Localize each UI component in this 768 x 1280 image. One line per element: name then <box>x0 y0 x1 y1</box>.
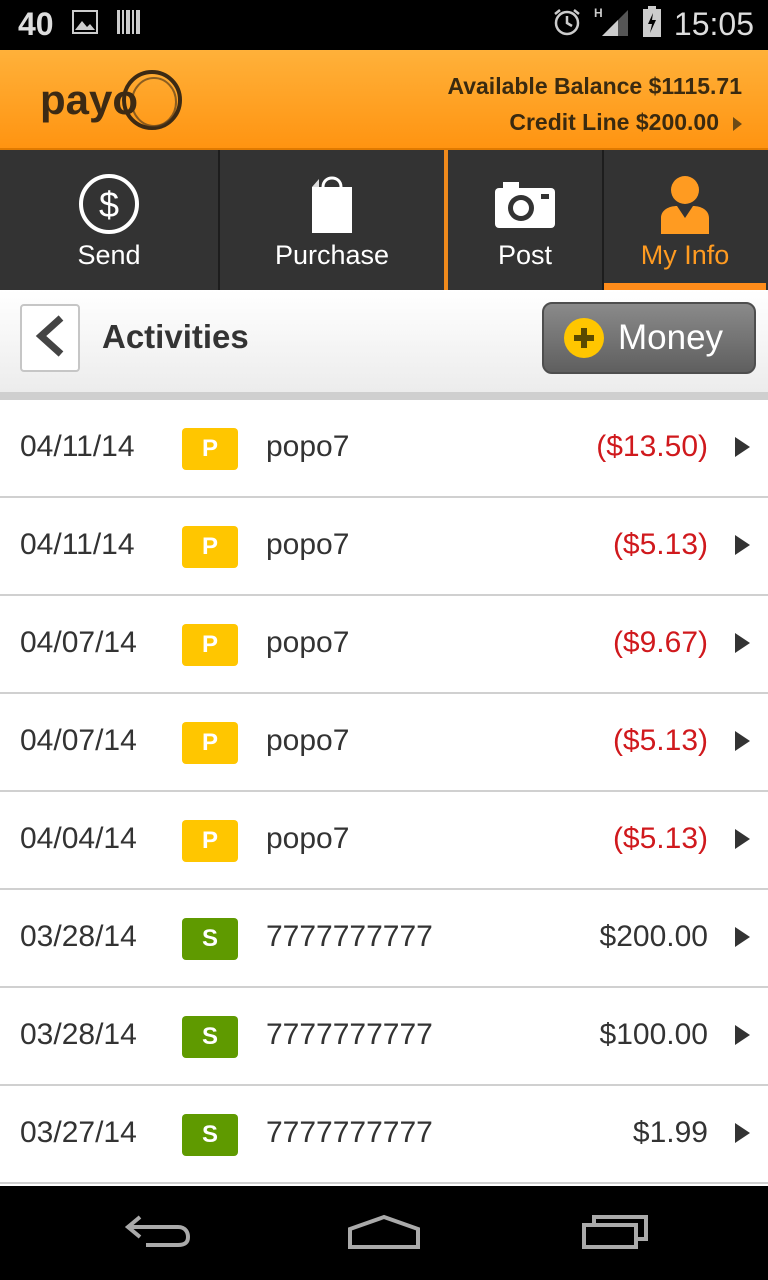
alarm-icon <box>552 7 582 42</box>
activity-amount: $1.99 <box>632 1116 708 1149</box>
type-badge: P <box>182 624 238 666</box>
shopping-bag-icon <box>309 172 355 236</box>
chevron-right-icon <box>735 1025 750 1045</box>
activity-row[interactable]: 03/28/14 S 7777777777 $100.00 <box>0 988 768 1086</box>
activities-toolbar: Activities Money <box>0 290 768 400</box>
svg-text:$: $ <box>99 184 119 225</box>
activity-name: popo7 <box>266 430 350 463</box>
activity-date: 04/07/14 <box>20 724 137 757</box>
clock: 15:05 <box>673 6 754 42</box>
activity-date: 03/27/14 <box>20 1116 137 1149</box>
chevron-left-icon <box>35 314 65 362</box>
tab-send[interactable]: $ Send <box>0 150 218 290</box>
credit-line: Credit Line $200.00 <box>509 109 719 135</box>
activity-date: 03/28/14 <box>20 920 137 953</box>
activity-amount: ($5.13) <box>612 724 708 757</box>
chevron-right-icon <box>733 116 742 131</box>
chevron-right-icon <box>735 1123 750 1143</box>
network-type-label: H <box>594 6 603 20</box>
page-title: Activities <box>102 318 249 355</box>
type-badge: P <box>182 722 238 764</box>
plus-icon <box>564 318 604 358</box>
type-badge: P <box>182 820 238 862</box>
tab-post[interactable]: Post <box>448 150 602 290</box>
recent-apps-button[interactable] <box>570 1206 660 1260</box>
home-nav-button[interactable] <box>339 1206 429 1260</box>
add-money-label: Money <box>618 318 724 357</box>
activity-date: 04/04/14 <box>20 822 137 855</box>
activity-date: 04/07/14 <box>20 626 137 659</box>
activity-name: popo7 <box>266 822 350 855</box>
chevron-right-icon <box>735 437 750 457</box>
activity-name: 7777777777 <box>266 1116 433 1149</box>
person-icon <box>659 172 711 236</box>
chevron-right-icon <box>735 633 750 653</box>
tab-my-info[interactable]: My Info <box>604 150 766 290</box>
activity-name: popo7 <box>266 626 350 659</box>
tab-purchase[interactable]: Purchase <box>220 150 444 290</box>
activity-row[interactable]: 03/27/14 S 7777777777 $1.99 <box>0 1086 768 1184</box>
activity-amount: ($13.50) <box>596 430 708 463</box>
activity-row[interactable]: 04/11/14 P popo7 ($13.50) <box>0 400 768 498</box>
activity-name: popo7 <box>266 528 350 561</box>
activity-date: 03/28/14 <box>20 1018 137 1051</box>
activity-row[interactable]: 04/07/14 P popo7 ($5.13) <box>0 694 768 792</box>
activity-amount: $200.00 <box>599 920 708 953</box>
back-nav-button[interactable] <box>114 1206 204 1260</box>
tab-post-label: Post <box>497 240 553 270</box>
main-nav: $ Send Purchase Post My Info <box>0 150 768 290</box>
recent-apps-icon <box>580 1211 650 1256</box>
type-badge: P <box>182 526 238 568</box>
activity-name: popo7 <box>266 724 350 757</box>
battery-icon <box>642 6 662 43</box>
activity-row[interactable]: 04/11/14 P popo7 ($5.13) <box>0 498 768 596</box>
type-badge: S <box>182 1016 238 1058</box>
chevron-right-icon <box>735 927 750 947</box>
chevron-right-icon <box>735 829 750 849</box>
balance-block[interactable]: Available Balance $1115.71 Credit Line $… <box>447 68 742 140</box>
notification-count: 40 <box>18 6 54 42</box>
dollar-circle-icon: $ <box>78 172 140 236</box>
tab-my-info-label: My Info <box>640 240 730 270</box>
activity-name: 7777777777 <box>266 920 433 953</box>
type-badge: S <box>182 1114 238 1156</box>
activity-name: 7777777777 <box>266 1018 433 1051</box>
app-header: payo Available Balance $1115.71 Credit L… <box>0 50 768 150</box>
available-balance: Available Balance $1115.71 <box>447 73 742 99</box>
type-badge: S <box>182 918 238 960</box>
brand-text: payo <box>40 76 138 123</box>
credit-line-row[interactable]: Credit Line $200.00 <box>447 104 742 140</box>
activity-amount: ($9.67) <box>612 626 708 659</box>
status-bar: 40 H 15:05 <box>0 0 768 50</box>
home-icon <box>346 1211 422 1256</box>
activity-list: 04/11/14 P popo7 ($13.50) 04/11/14 P pop… <box>0 400 768 1184</box>
signal-icon: H <box>594 6 630 43</box>
back-arrow-icon <box>124 1211 194 1256</box>
activity-amount: ($5.13) <box>612 822 708 855</box>
activity-row[interactable]: 03/28/14 S 7777777777 $200.00 <box>0 890 768 988</box>
back-button[interactable] <box>20 304 80 372</box>
add-money-button[interactable]: Money <box>542 302 756 374</box>
tab-purchase-label: Purchase <box>274 240 390 270</box>
chevron-right-icon <box>735 535 750 555</box>
activity-amount: ($5.13) <box>612 528 708 561</box>
tab-send-label: Send <box>77 240 141 270</box>
image-notification-icon <box>71 10 98 39</box>
activity-date: 04/11/14 <box>20 528 135 561</box>
activity-date: 04/11/14 <box>20 430 135 463</box>
payo-logo: payo <box>40 66 190 134</box>
type-badge: P <box>182 428 238 470</box>
activity-row[interactable]: 04/04/14 P popo7 ($5.13) <box>0 792 768 890</box>
barcode-notification-icon <box>116 8 142 41</box>
activity-amount: $100.00 <box>599 1018 708 1051</box>
system-nav-bar <box>0 1186 768 1280</box>
camera-icon <box>493 172 557 236</box>
chevron-right-icon <box>735 731 750 751</box>
activity-row[interactable]: 04/07/14 P popo7 ($9.67) <box>0 596 768 694</box>
